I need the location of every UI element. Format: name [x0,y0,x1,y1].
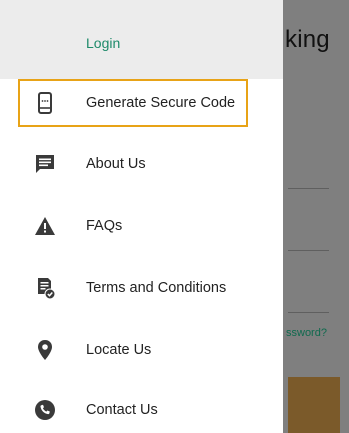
menu-item-label: Locate Us [86,342,152,358]
menu-item-label: Contact Us [86,402,158,418]
menu-item-terms-and-conditions[interactable]: Terms and Conditions [0,258,283,318]
location-pin-icon [33,338,57,362]
menu-item-faqs[interactable]: FAQs [0,196,283,256]
background-forgot-password-link: ssword? [286,327,327,339]
background-input-underline [288,250,329,251]
message-icon [33,152,57,176]
drawer-header: Login [0,0,283,79]
warning-icon [33,214,57,238]
menu-item-generate-secure-code[interactable]: Generate Secure Code [0,73,283,133]
menu-item-label: FAQs [86,218,123,234]
menu-item-label: Generate Secure Code [86,95,236,111]
background-submit-button [288,377,340,433]
mobile-phone-icon [33,91,57,115]
background-page-title: king [285,26,330,53]
menu-item-contact-us[interactable]: Contact Us [0,380,283,433]
screen: king ssword? Login Generate Secure Code [0,0,349,433]
menu-item-about-us[interactable]: About Us [0,134,283,194]
phone-icon [33,398,57,422]
background-input-underline [288,312,329,313]
background-input-underline [288,188,329,189]
login-link[interactable]: Login [86,35,120,51]
menu-item-label: About Us [86,156,146,172]
document-check-icon [33,276,57,300]
navigation-drawer: Login Generate Secure Code About Us FAQs… [0,0,283,433]
menu-item-locate-us[interactable]: Locate Us [0,320,283,380]
menu-item-label: Terms and Conditions [86,280,227,296]
